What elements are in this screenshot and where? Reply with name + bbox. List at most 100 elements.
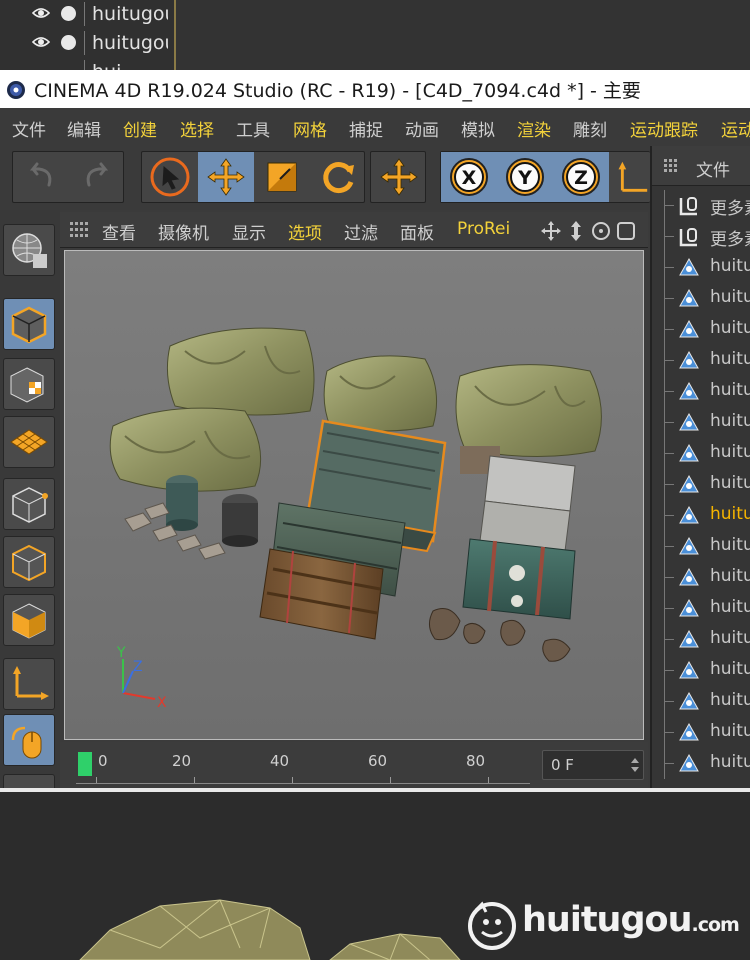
tarp-crate-back-left (166, 327, 315, 416)
menu-animate[interactable]: 动画 (405, 116, 439, 141)
rotate-tool-button[interactable] (310, 152, 366, 202)
x-axis-button[interactable]: X (441, 152, 497, 202)
viewport-menu-display[interactable]: 显示 (232, 219, 266, 244)
move-tool-button[interactable] (198, 152, 254, 202)
3d-viewport[interactable]: Y Z X (64, 250, 644, 740)
coordinate-system-icon (618, 161, 648, 192)
object-name: huitugou (92, 3, 168, 25)
polygon-object-icon (679, 567, 699, 586)
workplane-mode-button[interactable] (3, 416, 55, 468)
object-name: huitu (710, 628, 750, 648)
point-mode-button[interactable] (3, 478, 55, 530)
solo-button[interactable] (3, 774, 55, 788)
move-alt-button[interactable] (371, 152, 427, 202)
teal-trunk (462, 538, 576, 620)
edge-mode-button[interactable] (3, 536, 55, 588)
grip-icon (70, 222, 88, 237)
menu-edit[interactable]: 编辑 (67, 116, 101, 141)
viewport-menu-options[interactable]: 选项 (288, 219, 322, 244)
object-manager-row[interactable]: huitu (652, 531, 750, 562)
object-manager-row[interactable]: 更多素 (652, 190, 750, 221)
svg-text:Y: Y (517, 167, 532, 189)
menu-file[interactable]: 文件 (696, 156, 730, 181)
object-row[interactable]: huitugou (0, 29, 174, 57)
mode-palette (0, 210, 60, 788)
polygon-mode-button[interactable] (3, 594, 55, 646)
object-manager-row[interactable]: huitu (652, 593, 750, 624)
menu-file[interactable]: 文件 (12, 116, 46, 141)
viewport-menu-filter[interactable]: 过滤 (344, 219, 378, 244)
object-manager-row[interactable]: huitu (652, 624, 750, 655)
viewport-menu-view[interactable]: 查看 (102, 219, 136, 244)
timeline-ruler[interactable]: 0 20 40 60 80 (76, 744, 530, 784)
object-manager-row[interactable]: huitu (652, 686, 750, 717)
coordinate-system-button[interactable] (609, 152, 651, 202)
undo-icon (29, 162, 52, 187)
viewport-menu-prorender[interactable]: ProRei (457, 219, 511, 239)
title-bar: CINEMA 4D R19.024 Studio (RC - R19) - [C… (0, 70, 750, 108)
object-manager-row[interactable]: huitu (652, 469, 750, 500)
live-select-button[interactable] (142, 152, 198, 202)
scale-icon (267, 162, 297, 192)
menu-simulate[interactable]: 模拟 (461, 116, 495, 141)
object-manager-row[interactable]: huitu (652, 655, 750, 686)
viewport-menu-panel[interactable]: 面板 (400, 219, 434, 244)
checker-cube-icon (10, 367, 44, 403)
object-manager-row[interactable]: huitu (652, 562, 750, 593)
render-dot-icon[interactable] (61, 35, 76, 50)
object-manager-row[interactable]: huitu (652, 345, 750, 376)
undo-button[interactable] (13, 152, 69, 202)
tweak-mode-button[interactable] (3, 714, 55, 766)
timeline-mark-20: 20 (172, 752, 192, 770)
visibility-eye-icon[interactable] (32, 35, 50, 49)
menu-sculpt[interactable]: 雕刻 (573, 116, 607, 141)
polygon-object-icon (679, 753, 699, 772)
x-axis-icon: X (450, 158, 488, 196)
object-manager-row[interactable]: 更多素 (652, 221, 750, 252)
object-manager-row[interactable]: huitu (652, 376, 750, 407)
timeline[interactable]: 0 20 40 60 80 0 F (60, 742, 648, 788)
scale-tool-button[interactable] (254, 152, 310, 202)
globe-checker-icon (12, 233, 47, 268)
menu-render[interactable]: 渲染 (517, 116, 551, 141)
menu-select[interactable]: 选择 (180, 116, 214, 141)
axis-mode-button[interactable] (3, 658, 55, 710)
object-manager-row[interactable]: huitu (652, 500, 750, 531)
grip-icon (664, 159, 677, 172)
menu-snap[interactable]: 捕捉 (349, 116, 383, 141)
null-object-icon (679, 197, 697, 216)
make-editable-button[interactable] (3, 224, 55, 276)
menu-motion-tracking[interactable]: 运动跟踪 (630, 116, 698, 141)
axis-label-z: Z (133, 659, 143, 675)
texture-mode-button[interactable] (3, 358, 55, 410)
tick (96, 777, 97, 783)
z-axis-button[interactable]: Z (553, 152, 609, 202)
viewport-menu-camera[interactable]: 摄像机 (158, 219, 209, 244)
object-manager-row[interactable]: huitu (652, 252, 750, 283)
menu-mesh[interactable]: 网格 (293, 116, 327, 141)
model-mode-button[interactable] (3, 298, 55, 350)
visibility-eye-icon[interactable] (32, 6, 50, 20)
polygon-object-icon (679, 722, 699, 741)
stepper-arrows-icon[interactable] (631, 757, 639, 773)
render-dot-icon[interactable] (61, 6, 76, 21)
menu-tools[interactable]: 工具 (236, 116, 270, 141)
select-icon (150, 157, 190, 197)
object-name: huitu (710, 597, 750, 617)
object-manager-row[interactable]: huitu (652, 748, 750, 779)
object-manager-row[interactable]: huitu (652, 438, 750, 469)
menu-mograph[interactable]: 运动 (721, 116, 750, 141)
object-manager-row[interactable]: huitu (652, 283, 750, 314)
object-manager-row[interactable]: huitu (652, 314, 750, 345)
y-axis-button[interactable]: Y (497, 152, 553, 202)
polygon-object-icon (679, 443, 699, 462)
redo-button[interactable] (69, 152, 125, 202)
menu-create[interactable]: 创建 (123, 116, 157, 141)
object-row[interactable]: huitugou (0, 0, 174, 28)
object-manager: 文件 更多素更多素huituhuituhuituhuituhuituhuituh… (650, 146, 750, 788)
object-manager-row[interactable]: huitu (652, 717, 750, 748)
playhead[interactable] (78, 752, 92, 776)
current-frame-field[interactable]: 0 F (542, 750, 644, 780)
object-name: huitu (710, 659, 750, 679)
object-manager-row[interactable]: huitu (652, 407, 750, 438)
